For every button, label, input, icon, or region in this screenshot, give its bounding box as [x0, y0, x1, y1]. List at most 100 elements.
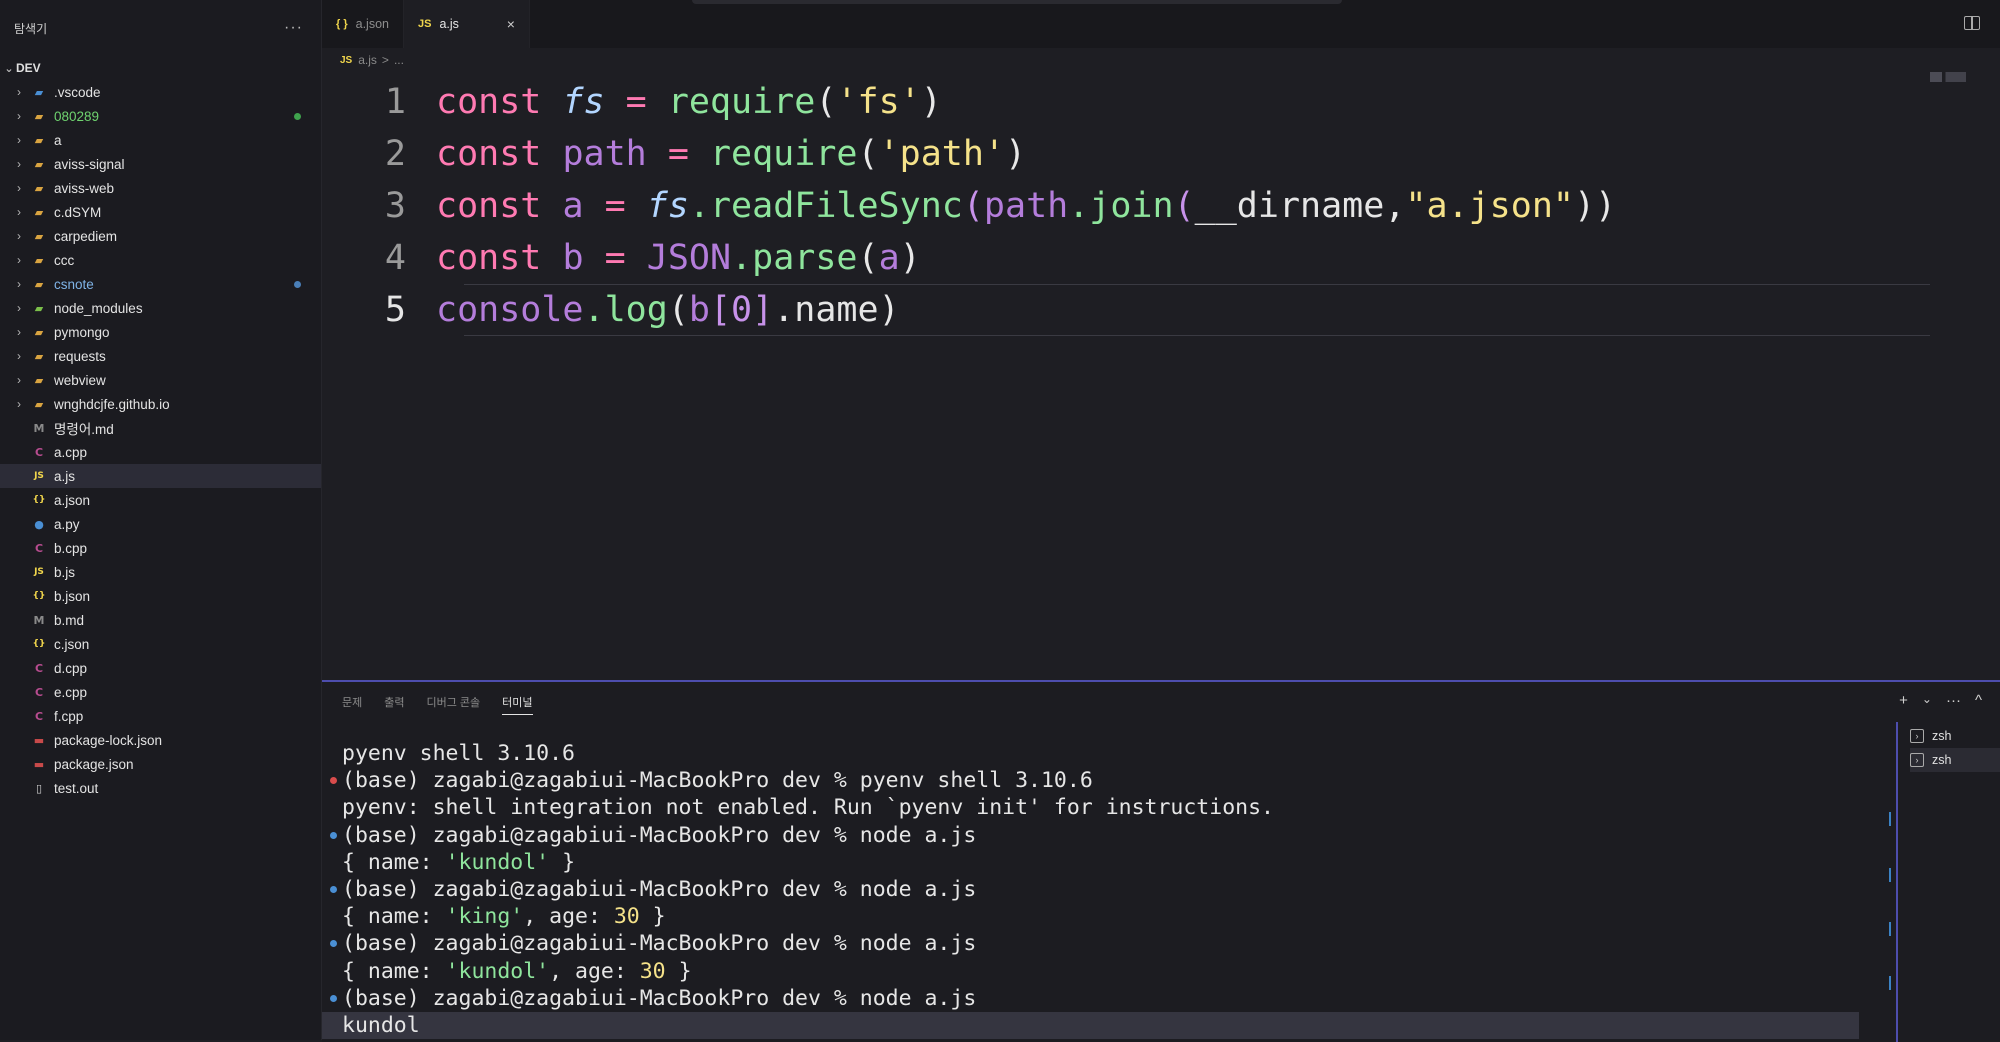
terminal-session-item[interactable]: › zsh [1910, 724, 2000, 748]
terminal-output[interactable]: pyenv shell 3.10.6 (base) zagabi@zagabiui… [322, 740, 1877, 1040]
tree-file[interactable]: ›Cd.cpp [0, 656, 321, 680]
chevron-right-icon: › [17, 277, 21, 291]
identifier: a [878, 238, 900, 278]
tree-item-label: 080289 [54, 108, 100, 124]
terminal-text: (base) zagabi@zagabiui-MacBookPro dev % … [342, 931, 977, 957]
terminal-text: 30 [639, 958, 666, 984]
identifier: fs [562, 82, 605, 122]
tree-folder[interactable]: › ▰ webview [0, 368, 321, 392]
tab-debug-console[interactable]: 디버그 콘솔 [427, 690, 481, 714]
json-file-icon: {} [32, 639, 46, 649]
workspace-root-label: DEV [16, 61, 41, 75]
terminal-line: { name: 'king', age: 30 } [322, 903, 1877, 930]
tree-item-label: b.js [54, 564, 76, 580]
tree-folder[interactable]: › ▰ 080289 [0, 104, 321, 128]
tree-item-label: aviss-signal [54, 156, 125, 172]
command-status-dot[interactable] [330, 831, 337, 839]
command-status-dot[interactable] [330, 886, 337, 894]
terminal-text: 'king' [445, 904, 524, 930]
minimap[interactable] [1930, 72, 1990, 82]
command-status-dot[interactable] [330, 940, 337, 948]
tree-folder[interactable]: › ▰ c.dSYM [0, 200, 321, 224]
tree-file[interactable]: ›Cf.cpp [0, 704, 321, 728]
punctuation: ( [962, 186, 984, 226]
tab-terminal[interactable]: 터미널 [502, 690, 533, 715]
folder-icon: ▰ [34, 277, 44, 291]
folder-icon: ▰ [34, 397, 44, 411]
maximize-panel-icon[interactable]: ^ [1975, 692, 1982, 709]
tree-item-label: carpediem [54, 228, 118, 244]
npm-file-icon: ▬ [33, 757, 45, 771]
current-line-highlight [464, 284, 1930, 336]
command-status-dot[interactable] [330, 777, 337, 785]
add-terminal-icon[interactable]: + [1899, 692, 1908, 709]
tab-problems[interactable]: 문제 [342, 690, 362, 714]
command-status-dot[interactable] [330, 994, 337, 1002]
tab-a-js[interactable]: JS a.js × [403, 0, 530, 48]
workspace-root[interactable]: ⌄ DEV [0, 56, 321, 80]
tree-folder[interactable]: › ▰ ccc [0, 248, 321, 272]
tree-folder[interactable]: › ▰ aviss-signal [0, 152, 321, 176]
code-line-4: 4 const b = JSON .parse(a) [322, 232, 2000, 284]
chevron-right-icon: › [17, 85, 21, 99]
punctuation: ) [920, 82, 942, 122]
tree-folder[interactable]: › ▰ requests [0, 344, 321, 368]
terminal-text: (base) zagabi@zagabiui-MacBookPro dev % … [342, 877, 977, 903]
tree-file[interactable]: ›Ca.cpp [0, 440, 321, 464]
tree-file[interactable]: ›{}a.json [0, 488, 321, 512]
tree-file[interactable]: ›▬package.json [0, 752, 321, 776]
terminal-list-divider[interactable] [1896, 722, 1898, 1042]
terminal-session-item[interactable]: › zsh [1910, 748, 2000, 772]
line-number: 4 [384, 238, 406, 278]
more-actions-icon[interactable]: ··· [1946, 692, 1961, 709]
chevron-down-icon[interactable]: ⌄ [1922, 692, 1932, 709]
folder-icon: ▰ [34, 157, 44, 171]
more-actions-icon[interactable]: ··· [284, 19, 303, 37]
code-editor[interactable]: 1 const fs = require('fs') 2 const path … [322, 76, 2000, 336]
split-editor-icon[interactable] [1964, 16, 1980, 30]
tree-item-label: 명령어.md [54, 422, 114, 437]
terminal-text: { name: [342, 849, 446, 875]
tree-item-label: package.json [54, 756, 134, 772]
tree-folder[interactable]: › ▰ pymongo [0, 320, 321, 344]
tree-file[interactable]: ›JSa.js [0, 464, 321, 488]
tab-a-json[interactable]: { } a.json [322, 0, 404, 48]
tree-folder[interactable]: › ▰ aviss-web [0, 176, 321, 200]
tree-folder[interactable]: › ▰ csnote [0, 272, 321, 296]
tree-item-label: a.json [54, 492, 91, 508]
tree-file[interactable]: ›▯test.out [0, 776, 321, 800]
tree-folder[interactable]: › ▰ .vscode [0, 80, 321, 104]
terminal-line: (base) zagabi@zagabiui-MacBookPro dev % … [322, 930, 1877, 957]
close-icon[interactable]: × [507, 16, 515, 32]
chevron-right-icon: › [17, 349, 21, 363]
tab-label: a.json [355, 17, 389, 31]
tab-output[interactable]: 출력 [384, 690, 404, 714]
tree-item-label: a.js [54, 468, 76, 484]
tree-file[interactable]: ›M명령어.md [0, 416, 321, 440]
tree-file[interactable]: ›JSb.js [0, 560, 321, 584]
terminal-line: (base) zagabi@zagabiui-MacBookPro dev % … [322, 985, 1877, 1012]
tree-file[interactable]: ›{}b.json [0, 584, 321, 608]
tree-file[interactable]: ›Ce.cpp [0, 680, 321, 704]
json-file-icon: {} [32, 495, 46, 505]
keyword: const [436, 134, 542, 174]
tree-file[interactable]: ›{}c.json [0, 632, 321, 656]
tree-file[interactable]: ›●a.py [0, 512, 321, 536]
tree-folder[interactable]: › ▰ node_modules [0, 296, 321, 320]
breadcrumb-more[interactable]: ... [394, 53, 404, 67]
tree-file[interactable]: ›Mb.md [0, 608, 321, 632]
operator: = [667, 134, 689, 174]
node-folder-icon: ▰ [34, 301, 44, 315]
tab-label: a.js [439, 17, 459, 31]
tree-folder[interactable]: › ▰ wnghdcjfe.github.io [0, 392, 321, 416]
identifier: a [562, 186, 584, 226]
tree-file[interactable]: ›Cb.cpp [0, 536, 321, 560]
tree-folder[interactable]: › ▰ carpediem [0, 224, 321, 248]
breadcrumb-file[interactable]: a.js [358, 53, 377, 67]
tree-item-label: e.cpp [54, 684, 88, 700]
bottom-panel: 문제 출력 디버그 콘솔 터미널 + ⌄ ··· ^ pyenv shell 3… [322, 680, 2000, 1042]
tree-folder[interactable]: › ▰ a [0, 128, 321, 152]
keyword: const [436, 186, 542, 226]
editor-tab-bar: { } a.json JS a.js × [322, 0, 2000, 48]
tree-file[interactable]: ›▬package-lock.json [0, 728, 321, 752]
